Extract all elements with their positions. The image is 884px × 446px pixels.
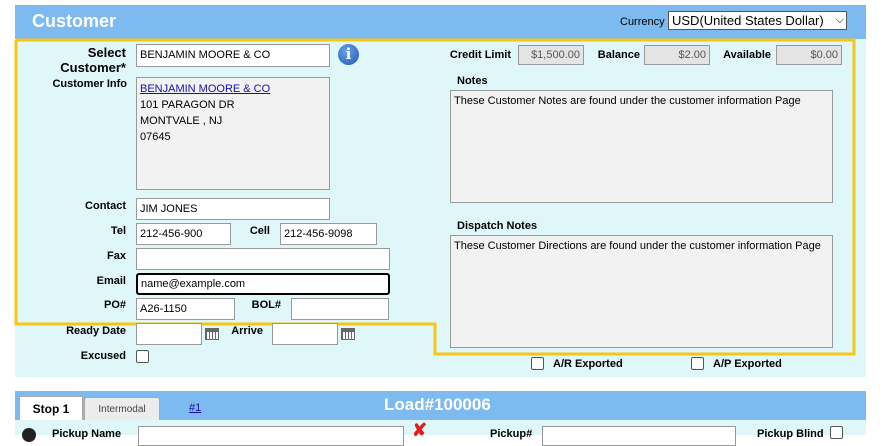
excused-checkbox[interactable] (136, 350, 149, 363)
arrive-label: Arrive (231, 325, 263, 337)
pickup-number-label: Pickup# (490, 428, 533, 440)
fax-label: Fax (107, 250, 126, 262)
contact-label: Contact (85, 200, 126, 212)
po-input[interactable]: A26-1150 (136, 298, 235, 320)
select-label-line2: Customer* (60, 60, 126, 75)
customer-name-link[interactable]: BENJAMIN MOORE & CO (140, 81, 326, 97)
bol-label: BOL# (251, 299, 281, 311)
notes-box[interactable]: These Customer Notes are found under the… (450, 90, 833, 203)
ready-date-input[interactable] (136, 323, 202, 345)
ar-exported-label: A/R Exported (553, 358, 623, 370)
ready-date-label: Ready Date (66, 325, 126, 337)
balance-value: $2.00 (644, 45, 710, 65)
tel-label: Tel (110, 225, 126, 237)
address-line1: 101 PARAGON DR (140, 99, 235, 111)
email-label: Email (96, 275, 126, 287)
error-x-icon: ✘ (412, 420, 428, 440)
tel-input[interactable]: 212-456-900 (136, 223, 231, 245)
address-zip: 07645 (140, 131, 171, 143)
select-customer-input[interactable]: BENJAMIN MOORE & CO (136, 44, 330, 67)
dispatch-notes-label: Dispatch Notes (457, 220, 538, 232)
cell-label: Cell (249, 225, 270, 237)
contact-input[interactable]: JIM JONES (136, 198, 330, 220)
po-label: PO# (103, 299, 126, 311)
select-customer-label: Select Customer* (40, 45, 126, 75)
pickup-name-input[interactable] (138, 426, 404, 446)
pickup-blind-label: Pickup Blind (757, 428, 824, 440)
ap-exported-checkbox[interactable] (691, 357, 704, 370)
bol-input[interactable] (291, 298, 389, 320)
customer-info-box: BENJAMIN MOORE & CO 101 PARAGON DR MONTV… (136, 77, 330, 190)
pickup-name-label: Pickup Name (52, 428, 122, 440)
email-input[interactable]: name@example.com (136, 273, 390, 295)
ap-exported-label: A/P Exported (713, 358, 782, 370)
fax-input[interactable] (136, 248, 390, 270)
tab-intermodal[interactable]: Intermodal (84, 397, 160, 420)
radio-icon[interactable] (22, 428, 36, 442)
excused-label: Excused (80, 350, 126, 362)
dispatch-notes-box[interactable]: These Customer Directions are found unde… (450, 235, 833, 348)
notes-label: Notes (457, 75, 488, 87)
arrive-input[interactable] (272, 323, 338, 345)
credit-limit-value: $1,500.00 (518, 45, 584, 65)
info-icon[interactable]: i (338, 44, 359, 65)
available-value: $0.00 (776, 45, 842, 65)
stop-link[interactable]: #1 (189, 402, 201, 414)
tab-stop-1[interactable]: Stop 1 (19, 396, 83, 420)
available-label: Available (723, 49, 771, 61)
customer-info-label: Customer Info (52, 78, 127, 90)
pickup-number-input[interactable] (542, 426, 736, 446)
ar-exported-checkbox[interactable] (531, 357, 544, 370)
calendar-icon[interactable] (205, 328, 219, 340)
calendar-icon[interactable] (341, 328, 355, 340)
cell-input[interactable]: 212-456-9098 (280, 223, 377, 245)
select-label-line1: Select (87, 45, 126, 60)
load-title: Load#100006 (384, 395, 491, 414)
credit-limit-label: Credit Limit (449, 49, 511, 61)
balance-label: Balance (597, 49, 640, 61)
pickup-blind-checkbox[interactable] (830, 426, 843, 439)
address-line2: MONTVALE , NJ (140, 115, 223, 127)
